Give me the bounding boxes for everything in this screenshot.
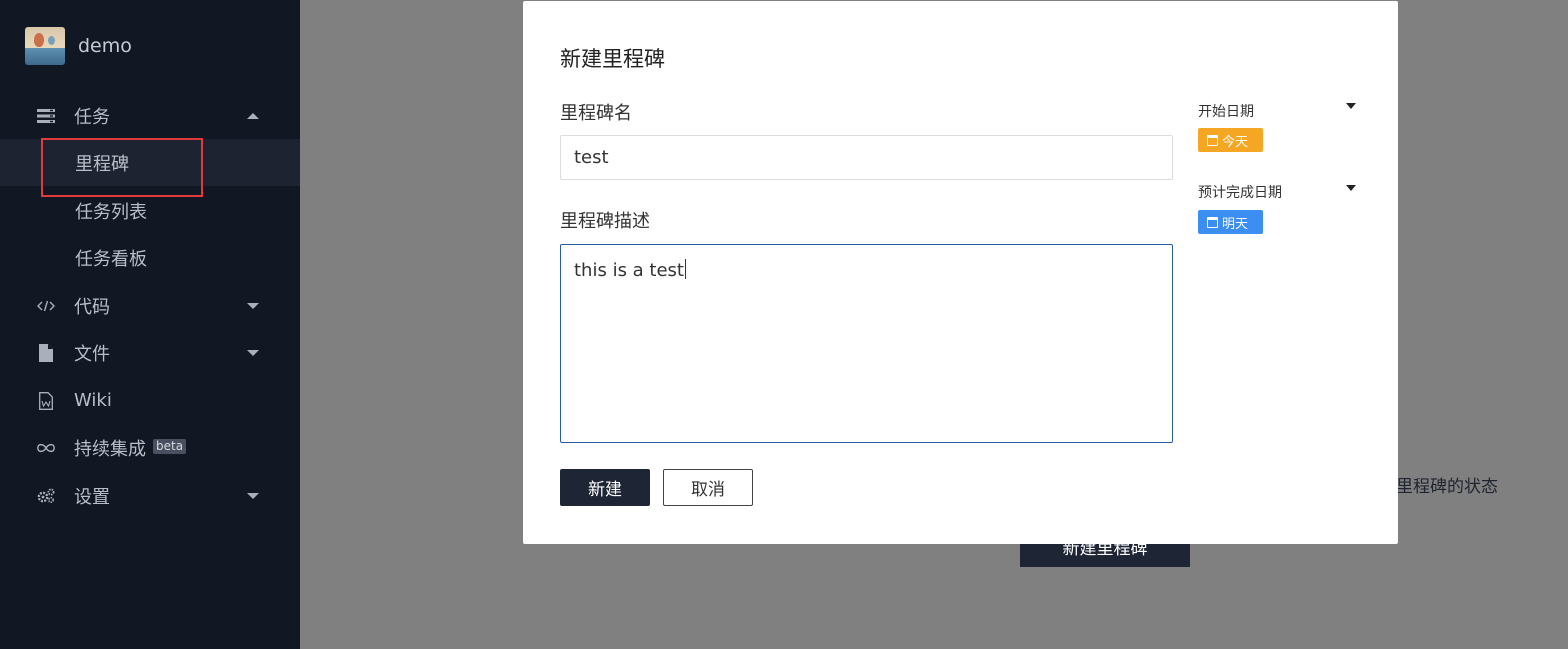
nav-ci-label: 持续集成 bbox=[74, 438, 146, 460]
chevron-up-icon bbox=[247, 112, 259, 119]
dialog-title: 新建里程碑 bbox=[560, 47, 665, 71]
project-name: demo bbox=[78, 35, 132, 57]
nav-settings[interactable]: 设置 bbox=[0, 472, 300, 519]
sidebar-item-label: 任务列表 bbox=[75, 201, 147, 223]
sidebar: demo 任务 里程碑 任务列表 任务看板 代码 文件 Wiki 持续集成 be… bbox=[0, 0, 300, 649]
end-date-dropdown-icon[interactable] bbox=[1346, 185, 1356, 191]
wiki-icon bbox=[36, 391, 56, 411]
nav-wiki[interactable]: Wiki bbox=[0, 377, 300, 424]
chevron-down-icon bbox=[247, 492, 259, 499]
nav-settings-label: 设置 bbox=[74, 486, 110, 508]
nav-files[interactable]: 文件 bbox=[0, 329, 300, 376]
nav-ci[interactable]: 持续集成 beta bbox=[0, 424, 300, 471]
end-date-badge[interactable]: 明天 bbox=[1198, 210, 1263, 234]
name-label: 里程碑名 bbox=[560, 103, 632, 124]
code-icon bbox=[36, 296, 56, 316]
milestone-description-textarea[interactable]: this is a test bbox=[560, 244, 1173, 443]
cancel-button[interactable]: 取消 bbox=[663, 469, 753, 506]
end-date-label: 预计完成日期 bbox=[1198, 185, 1282, 201]
sidebar-item-label: 任务看板 bbox=[75, 248, 147, 270]
calendar-icon bbox=[1207, 216, 1218, 228]
sidebar-item-task-board[interactable]: 任务看板 bbox=[0, 234, 300, 281]
infinity-icon bbox=[36, 438, 56, 458]
start-date-badge[interactable]: 今天 bbox=[1198, 128, 1263, 152]
milestone-name-input[interactable] bbox=[560, 135, 1173, 180]
nav-files-label: 文件 bbox=[74, 343, 110, 365]
tasks-icon bbox=[36, 106, 56, 126]
nav-tasks-label: 任务 bbox=[74, 106, 110, 128]
project-header[interactable]: demo bbox=[25, 27, 132, 65]
text-cursor bbox=[685, 259, 686, 279]
description-label: 里程碑描述 bbox=[560, 211, 650, 232]
file-icon bbox=[36, 343, 56, 363]
start-date-label: 开始日期 bbox=[1198, 104, 1254, 120]
start-date-dropdown-icon[interactable] bbox=[1346, 103, 1356, 109]
create-button[interactable]: 新建 bbox=[560, 469, 650, 506]
chevron-down-icon bbox=[247, 349, 259, 356]
end-date-value: 明天 bbox=[1222, 216, 1249, 232]
chevron-down-icon bbox=[247, 302, 259, 309]
nav-wiki-label: Wiki bbox=[74, 390, 112, 411]
new-milestone-dialog: 新建里程碑 里程碑名 里程碑描述 this is a test 开始日期 今天 … bbox=[523, 1, 1398, 544]
description-text: this is a test bbox=[574, 260, 684, 281]
start-date-value: 今天 bbox=[1222, 134, 1249, 150]
project-avatar bbox=[25, 27, 65, 65]
nav-code[interactable]: 代码 bbox=[0, 282, 300, 329]
calendar-icon bbox=[1207, 134, 1218, 146]
milestone-status-text: 里程碑的状态 bbox=[1396, 477, 1498, 497]
nav-tasks[interactable]: 任务 bbox=[0, 92, 300, 139]
gears-icon bbox=[36, 486, 56, 506]
highlight-annotation bbox=[41, 138, 203, 197]
beta-badge: beta bbox=[153, 439, 187, 454]
nav-code-label: 代码 bbox=[74, 296, 110, 318]
